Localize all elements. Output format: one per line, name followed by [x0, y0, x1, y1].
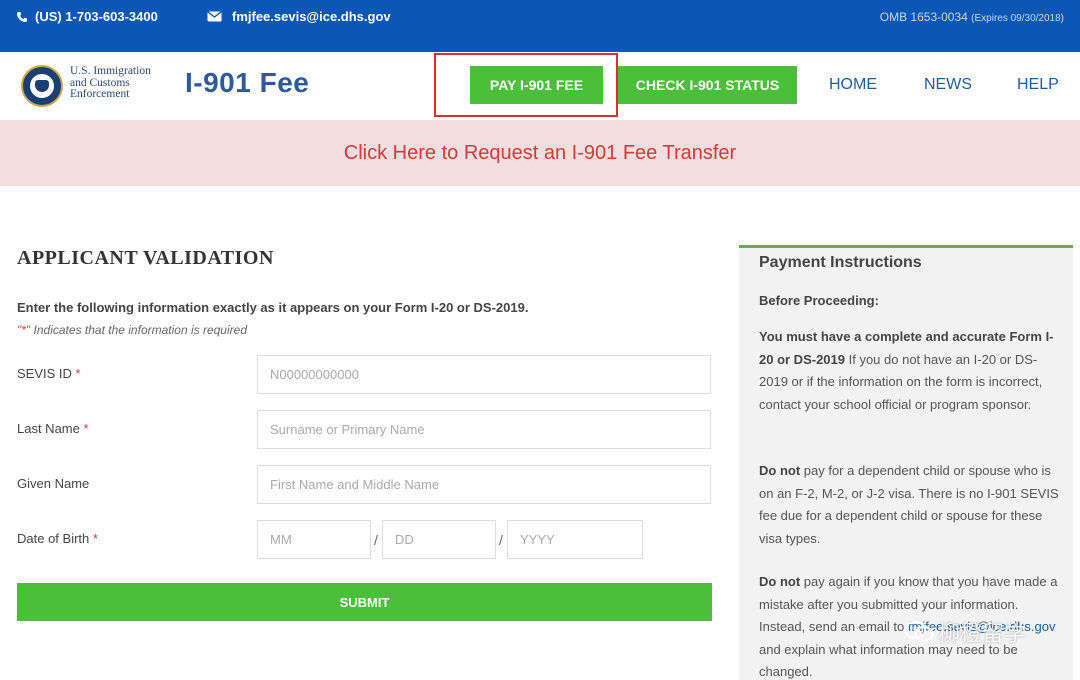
payment-instructions-panel: Payment Instructions Before Proceeding: … — [739, 245, 1073, 680]
sevis-id-input[interactable] — [257, 355, 711, 394]
phone-contact[interactable]: (US) 1-703-603-3400 — [16, 9, 158, 24]
dhs-seal-logo[interactable] — [21, 65, 63, 107]
site-title[interactable]: I-901 Fee — [185, 67, 309, 99]
dob-year-input[interactable] — [507, 520, 643, 559]
top-utility-bar: (US) 1-703-603-3400 fmjfee.sevis@ice.dhs… — [0, 0, 1080, 52]
submit-button[interactable]: SUBMIT — [17, 583, 712, 621]
email-contact[interactable]: fmjfee.sevis@ice.dhs.gov — [207, 9, 391, 24]
dob-day-input[interactable] — [382, 520, 496, 559]
nav-home[interactable]: HOME — [829, 76, 877, 94]
required-asterisk: * — [83, 421, 89, 436]
required-asterisk: * — [75, 366, 81, 381]
highlight-annotation — [434, 53, 618, 117]
wechat-icon — [904, 621, 934, 642]
site-header: U.S. Immigration and Customs Enforcement… — [0, 52, 1080, 120]
instruction-paragraph: You must have a complete and accurate Fo… — [759, 329, 1054, 412]
fee-transfer-link[interactable]: Click Here to Request an I-901 Fee Trans… — [344, 142, 736, 165]
phone-icon — [17, 11, 27, 22]
given-name-input[interactable] — [257, 465, 711, 504]
form-instructions: Enter the following information exactly … — [17, 300, 529, 315]
nav-help[interactable]: HELP — [1017, 76, 1059, 94]
form-title: APPLICANT VALIDATION — [17, 247, 274, 269]
instruction-paragraph: Do not pay for a dependent child or spou… — [759, 463, 1059, 546]
required-note: "*" Indicates that the information is re… — [17, 323, 247, 337]
omb-expiration: (Expires 09/30/2018) — [971, 13, 1064, 24]
agency-name[interactable]: U.S. Immigration and Customs Enforcement — [70, 65, 151, 101]
required-asterisk: * — [92, 531, 98, 546]
date-separator: / — [499, 532, 503, 548]
last-name-label: Last Name * — [17, 421, 89, 436]
phone-number: (US) 1-703-603-3400 — [35, 9, 158, 24]
sevis-id-label: SEVIS ID * — [17, 366, 81, 381]
watermark-text: 柳橙留学 — [938, 621, 1027, 646]
given-name-label: Given Name — [17, 476, 90, 491]
fee-transfer-banner: Click Here to Request an I-901 Fee Trans… — [0, 120, 1080, 186]
dob-month-input[interactable] — [257, 520, 371, 559]
date-separator: / — [374, 532, 378, 548]
panel-subtitle: Before Proceeding: — [759, 293, 879, 308]
panel-title: Payment Instructions — [759, 254, 922, 271]
date-of-birth-label: Date of Birth * — [17, 531, 98, 546]
envelope-icon — [207, 11, 222, 22]
last-name-input[interactable] — [257, 410, 711, 449]
watermark: 柳橙留学 — [904, 616, 1026, 648]
omb-number: OMB 1653-0034 (Expires 09/30/2018) — [879, 10, 1064, 24]
email-address: fmjfee.sevis@ice.dhs.gov — [232, 9, 391, 24]
check-status-button[interactable]: CHECK I-901 STATUS — [618, 66, 797, 104]
nav-news[interactable]: NEWS — [924, 76, 972, 94]
